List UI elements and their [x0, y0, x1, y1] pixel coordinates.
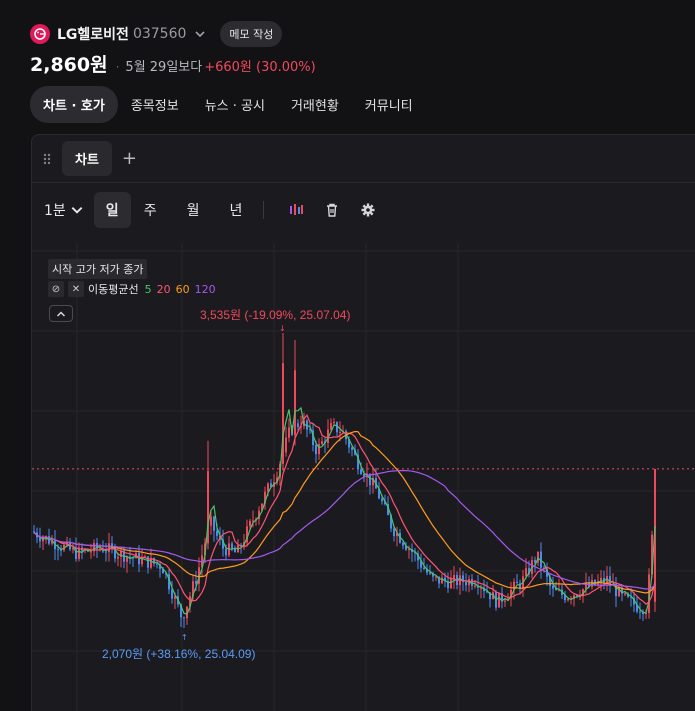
- ma-5: 5: [144, 282, 152, 296]
- candle-body: [234, 548, 236, 553]
- tab-chart-orderbook[interactable]: 차트 · 호가: [30, 86, 118, 123]
- candle-body: [624, 593, 626, 595]
- low-arrow-icon: ↑: [181, 633, 188, 642]
- toolbar-divider: [263, 201, 265, 219]
- candle-body: [567, 599, 569, 601]
- candle-body: [171, 589, 173, 599]
- chart-toolbar: 1분 일 주 월 년: [32, 192, 695, 228]
- candle-body: [333, 421, 335, 424]
- tab-news[interactable]: 뉴스 · 공시: [192, 86, 278, 123]
- candle-body: [57, 549, 59, 551]
- price-since-label: 5월 29일보다: [125, 60, 203, 75]
- candle-body: [285, 437, 287, 453]
- stock-code: 037560: [132, 26, 187, 42]
- company-name[interactable]: LG헬로비전: [57, 24, 129, 44]
- candle-body: [474, 585, 476, 587]
- stock-header: LG헬로비전 037560 메모 작성 2,860원 · 5월 29일보다 +6…: [30, 21, 690, 76]
- candle-body: [393, 528, 395, 536]
- eye-off-icon[interactable]: ⊘: [48, 281, 64, 297]
- candle-body: [339, 432, 341, 434]
- memo-button[interactable]: 메모 작성: [220, 21, 283, 47]
- candle-body: [525, 568, 527, 577]
- candle-body: [360, 469, 362, 474]
- candle-body: [294, 370, 296, 435]
- candle-body: [117, 556, 119, 559]
- tab-trading[interactable]: 거래현황: [278, 86, 352, 123]
- candle-body: [183, 617, 185, 619]
- ma5-line: [33, 406, 656, 615]
- candle-body: [105, 551, 107, 553]
- candle-body: [453, 574, 455, 579]
- ma-legend: ⊘ ✕ 이동평균선 5 20 60 120: [48, 281, 216, 297]
- ma-20: 20: [156, 282, 171, 296]
- candle-body: [90, 551, 92, 553]
- candle-body: [315, 445, 317, 455]
- drag-handle-icon[interactable]: [40, 152, 54, 166]
- chevron-up-icon: [56, 310, 66, 317]
- tab-stock-info[interactable]: 종목정보: [118, 86, 192, 123]
- chart-panel: 차트 + 1분 일 주 월 년 3,535원 (-19.09%, 25.07.0…: [31, 134, 695, 711]
- period-month[interactable]: 월: [178, 200, 209, 220]
- candle-body: [552, 586, 554, 589]
- close-icon[interactable]: ✕: [68, 281, 84, 297]
- price-chart[interactable]: 3,535원 (-19.09%, 25.07.04) ↓ 2,070원 (+38.1…: [32, 243, 695, 711]
- candle-body: [639, 611, 641, 613]
- candle-body: [210, 516, 212, 526]
- candle-body: [534, 560, 536, 563]
- candle-body: [147, 556, 149, 568]
- candle-body: [321, 441, 323, 445]
- ma20-line: [33, 414, 656, 605]
- price-change: +660원 (30.00%): [204, 60, 316, 75]
- chevron-down-icon[interactable]: [194, 28, 206, 40]
- chevron-down-icon: [71, 207, 83, 214]
- period-year[interactable]: 년: [220, 200, 251, 220]
- trash-icon[interactable]: [324, 202, 340, 218]
- chart-type-icon[interactable]: [288, 202, 304, 218]
- candle-body: [423, 567, 425, 569]
- candle-body: [498, 593, 500, 608]
- interval-select[interactable]: 1분: [44, 200, 84, 220]
- candle-body: [108, 543, 110, 553]
- main-tabs: 차트 · 호가 종목정보 뉴스 · 공시 거래현황 커뮤니티: [30, 86, 426, 123]
- candle-body: [213, 516, 215, 531]
- candle-body: [225, 548, 227, 556]
- add-tab-button[interactable]: +: [122, 148, 137, 169]
- candle-body: [516, 581, 518, 584]
- candle-body: [450, 578, 452, 589]
- candle-body: [216, 530, 218, 536]
- low-annotation: 2,070원 (+38.16%, 25.04.09): [102, 647, 255, 661]
- current-price: 2,860원: [30, 54, 108, 76]
- interval-label: 1분: [44, 203, 66, 219]
- candle-body: [297, 423, 299, 428]
- candle-body: [381, 498, 383, 502]
- period-day[interactable]: 일: [93, 192, 131, 228]
- gear-icon[interactable]: [360, 202, 376, 218]
- candle-body: [330, 423, 332, 430]
- ma-60: 60: [175, 282, 190, 296]
- candle-body: [231, 543, 233, 549]
- candle-body: [465, 582, 467, 586]
- high-arrow-icon: ↓: [279, 324, 286, 333]
- high-annotation: 3,535원 (-19.09%, 25.07.04): [200, 308, 350, 322]
- candle-body: [402, 542, 404, 546]
- ohlc-legend: 시작 고가 저가 종가: [48, 259, 148, 279]
- tab-community[interactable]: 커뮤니티: [352, 86, 426, 123]
- candle-body: [471, 579, 473, 586]
- candle-body: [504, 600, 506, 602]
- collapse-legend-button[interactable]: [49, 305, 73, 322]
- candle-body: [288, 427, 290, 438]
- ma-120: 120: [194, 282, 216, 296]
- candle-body: [249, 520, 251, 527]
- panel-tab-chart[interactable]: 차트: [62, 141, 112, 176]
- separator-dot: ·: [115, 60, 120, 74]
- period-week[interactable]: 주: [135, 200, 166, 220]
- candle-body: [441, 577, 443, 584]
- lg-logo-icon: [30, 24, 50, 44]
- ma-label: 이동평균선: [88, 283, 139, 296]
